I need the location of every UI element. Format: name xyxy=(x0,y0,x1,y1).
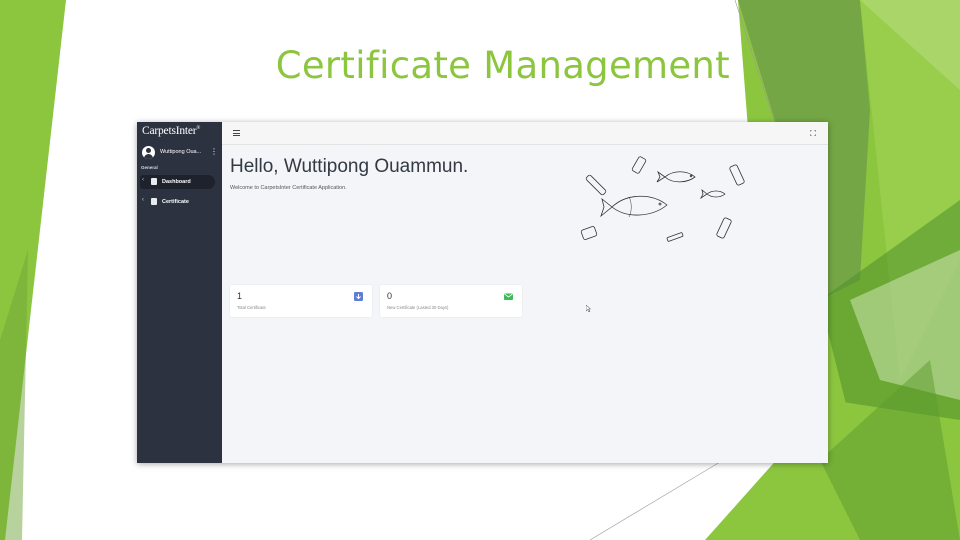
new-certificate-count: 0 xyxy=(387,291,393,301)
certificate-icon xyxy=(354,292,363,301)
greeting-heading: Hello, Wuttipong Ouammun. xyxy=(230,156,469,177)
dashboard-icon xyxy=(151,178,157,185)
avatar[interactable] xyxy=(142,146,155,159)
sidebar: CarpetsInter® Wuttipong Oua... ⋮ General… xyxy=(137,122,222,463)
hamburger-icon[interactable] xyxy=(233,130,240,136)
sidebar-item-label: Certificate xyxy=(162,199,189,205)
sidebar-section-label: General xyxy=(141,165,158,170)
sidebar-item-certificate[interactable]: ‹ Certificate xyxy=(140,195,215,209)
brand-logo[interactable]: CarpetsInter® xyxy=(142,125,200,137)
brand-mark: ® xyxy=(196,126,201,132)
new-certificate-label: New Certificate (Lasted 30 Days) xyxy=(387,305,449,310)
mail-icon xyxy=(504,293,513,300)
main-content: Hello, Wuttipong Ouammun. Welcome to Car… xyxy=(222,145,828,463)
chevron-left-icon: ‹ xyxy=(142,177,144,183)
user-name: Wuttipong Oua... xyxy=(160,149,202,155)
document-icon xyxy=(151,198,157,205)
total-certificate-card[interactable]: 1 Total Certificate xyxy=(230,285,372,317)
fish-illustration xyxy=(580,156,745,242)
slide-title: Certificate Management xyxy=(275,44,730,87)
kebab-icon[interactable]: ⋮ xyxy=(210,147,218,157)
mouse-cursor-icon xyxy=(586,305,591,312)
brand-name: CarpetsInter xyxy=(142,125,197,137)
sidebar-item-label: Dashboard xyxy=(162,179,191,185)
total-certificate-label: Total Certificate xyxy=(237,305,266,310)
fullscreen-icon[interactable] xyxy=(810,130,816,136)
welcome-text: Welcome to CarpetsInter Certificate Appl… xyxy=(230,185,347,191)
app-window: CarpetsInter® Wuttipong Oua... ⋮ General… xyxy=(137,122,828,463)
total-certificate-count: 1 xyxy=(237,291,243,301)
chevron-left-icon: ‹ xyxy=(142,197,144,203)
new-certificate-card[interactable]: 0 New Certificate (Lasted 30 Days) xyxy=(380,285,522,317)
sidebar-item-dashboard[interactable]: ‹ Dashboard xyxy=(140,175,215,189)
topbar xyxy=(222,122,828,145)
user-profile: Wuttipong Oua... ⋮ xyxy=(141,146,219,160)
